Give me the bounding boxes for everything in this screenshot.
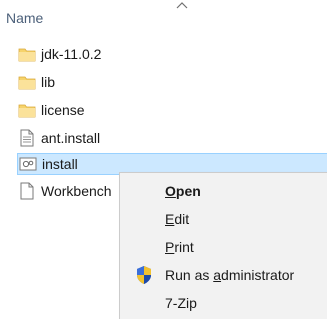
menu-item-open[interactable]: Open (120, 177, 327, 205)
text-file-icon (17, 129, 37, 147)
folder-icon (17, 101, 37, 119)
menu-item-7zip[interactable]: 7-Zip (120, 289, 327, 317)
menu-item-run-as-administrator[interactable]: Run as administrator (120, 261, 327, 289)
file-name: Workbench (41, 183, 112, 199)
file-explorer: Name jdk-11.0.2 lib license ant.install … (0, 0, 327, 319)
menu-item-label: 7-Zip (165, 295, 197, 311)
file-name: license (41, 102, 85, 118)
file-row-lib[interactable]: lib (17, 71, 327, 93)
file-name: ant.install (41, 130, 101, 146)
file-row-jdk[interactable]: jdk-11.0.2 (17, 43, 327, 65)
menu-item-label: Open (165, 183, 201, 199)
uac-shield-icon (132, 263, 156, 287)
file-name: lib (41, 74, 56, 90)
folder-icon (17, 45, 37, 63)
menu-item-label: Edit (165, 211, 190, 227)
file-name: jdk-11.0.2 (41, 46, 102, 62)
blank-file-icon (17, 182, 37, 200)
name-column-header[interactable]: Name (6, 10, 43, 26)
context-menu: Open Edit Print Run as administrator 7-Z… (119, 172, 327, 319)
folder-icon (17, 73, 37, 91)
menu-item-label: Run as administrator (165, 267, 295, 283)
file-row-workbench[interactable]: Workbench (17, 180, 119, 202)
menu-item-print[interactable]: Print (120, 233, 327, 261)
file-row-license[interactable]: license (17, 99, 327, 121)
file-row-ant-install[interactable]: ant.install (17, 127, 327, 149)
menu-item-label: Print (165, 239, 194, 255)
file-name: install (42, 156, 78, 172)
sort-ascending-icon[interactable] (175, 0, 189, 10)
settings-file-icon (18, 155, 38, 173)
menu-item-edit[interactable]: Edit (120, 205, 327, 233)
